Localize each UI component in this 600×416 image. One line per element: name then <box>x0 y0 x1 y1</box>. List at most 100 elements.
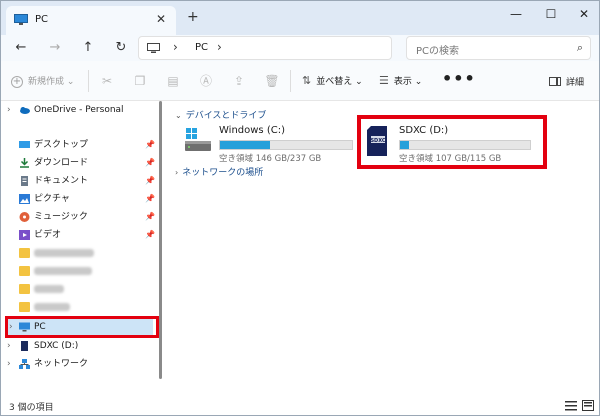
pin-icon: 📌 <box>145 158 155 167</box>
windows-drive-icon <box>185 128 211 151</box>
music-icon <box>19 212 30 222</box>
up-button[interactable]: ↑ <box>79 39 97 57</box>
close-button[interactable]: ✕ <box>569 5 599 23</box>
sidebar-item-label: ビデオ <box>34 230 62 240</box>
new-tab-button[interactable]: + <box>187 9 199 25</box>
drive-item-c[interactable]: Windows (C:) 空き領域 146 GB/237 GB <box>185 125 355 164</box>
pin-icon: 📌 <box>145 176 155 185</box>
new-button[interactable]: + 新規作成 ⌄ <box>11 74 74 88</box>
sidebar-scrollbar[interactable] <box>159 101 162 379</box>
chevron-down-icon: ⌄ <box>175 111 182 120</box>
sort-button[interactable]: ⇅ 並べ替え ⌄ <box>302 74 363 87</box>
more-options-button[interactable]: ••• <box>442 69 476 88</box>
toolbar-divider <box>290 70 291 92</box>
cloud-icon <box>20 107 30 114</box>
folder-icon <box>19 266 30 276</box>
sidebar-item-folder[interactable] <box>1 280 151 298</box>
chevron-down-icon: ⌄ <box>414 77 423 87</box>
tab-close-button[interactable]: ✕ <box>156 12 166 26</box>
drive-name: Windows (C:) <box>219 125 285 136</box>
refresh-button[interactable]: ↻ <box>112 39 130 57</box>
sidebar-item-downloads[interactable]: ダウンロード 📌 <box>1 154 155 172</box>
desktop-icon <box>19 141 30 148</box>
network-icon <box>19 359 30 369</box>
chevron-down-icon: ⌄ <box>66 77 75 87</box>
blurred-label <box>34 267 92 275</box>
new-label: 新規作成 <box>28 77 65 87</box>
chevron-right-icon[interactable]: › <box>7 355 11 373</box>
sidebar-item-pictures[interactable]: ピクチャ 📌 <box>1 190 155 208</box>
tiles-view-icon[interactable] <box>582 400 594 411</box>
status-bar: 3 個の項目 <box>1 397 599 415</box>
tab-pc[interactable]: PC ✕ <box>6 6 176 35</box>
chevron-down-icon: ⌄ <box>355 77 363 87</box>
pin-icon: 📌 <box>145 194 155 203</box>
maximize-button[interactable]: ☐ <box>536 5 566 23</box>
search-input[interactable]: PCの検索 ⌕ <box>406 36 591 60</box>
toolbar-divider <box>88 70 89 92</box>
sidebar-item-music[interactable]: ミュージック 📌 <box>1 208 155 226</box>
details-view-icon[interactable] <box>565 400 577 411</box>
breadcrumb-separator[interactable]: › <box>173 40 178 54</box>
drive-usage-bar <box>219 140 353 150</box>
sidebar-item-label: ダウンロード <box>34 158 89 168</box>
sidebar-item-folder[interactable] <box>1 262 151 280</box>
chevron-right-icon[interactable]: › <box>7 101 11 119</box>
folder-icon <box>19 248 30 258</box>
delete-icon[interactable]: 🗑 <box>264 73 280 89</box>
sidebar-item-documents[interactable]: ドキュメント 📌 <box>1 172 155 190</box>
share-icon[interactable]: ⇪ <box>231 73 247 89</box>
command-bar: + 新規作成 ⌄ ✂ ❐ ▤ Ⓐ ⇪ 🗑 ⇅ 並べ替え ⌄ ☰ 表示 ⌄ ••• 詳細 <box>1 61 599 101</box>
cut-icon[interactable]: ✂ <box>99 73 115 89</box>
view-label: 表示 <box>393 77 412 87</box>
sort-icon: ⇅ <box>302 74 312 87</box>
pictures-icon <box>19 194 30 204</box>
drive-usage-fill <box>220 141 271 149</box>
breadcrumb-pc[interactable]: PC <box>195 42 208 53</box>
search-icon: ⌕ <box>576 41 583 54</box>
details-button[interactable]: 詳細 <box>549 75 584 88</box>
search-placeholder: PCの検索 <box>416 46 460 57</box>
folder-icon <box>19 302 30 312</box>
group-label: デバイスとドライブ <box>185 111 267 121</box>
details-pane-icon <box>549 77 561 86</box>
breadcrumb-separator[interactable]: › <box>217 40 222 54</box>
rename-icon[interactable]: Ⓐ <box>198 73 214 89</box>
details-label: 詳細 <box>566 78 585 88</box>
back-button[interactable]: ← <box>12 39 30 57</box>
plus-icon: + <box>11 76 23 88</box>
address-bar[interactable]: › PC › <box>138 36 392 60</box>
sort-label: 並べ替え <box>316 77 353 87</box>
sidebar-item-label: ドキュメント <box>34 176 89 186</box>
minimize-button[interactable]: — <box>501 5 531 23</box>
chevron-right-icon: › <box>175 168 179 177</box>
sidebar-item-onedrive[interactable]: › OneDrive - Personal <box>1 101 151 119</box>
sidebar-item-network[interactable]: › ネットワーク <box>1 355 151 373</box>
folder-icon <box>19 284 30 294</box>
sidebar-item-sdxc[interactable]: › SDXC (D:) <box>1 337 151 355</box>
copy-icon[interactable]: ❐ <box>132 73 148 89</box>
sidebar-item-label: ピクチャ <box>34 194 70 204</box>
highlight-box <box>5 316 159 338</box>
drive-free-space: 空き領域 146 GB/237 GB <box>219 154 322 164</box>
group-header-network[interactable]: › ネットワークの場所 <box>175 165 263 178</box>
paste-icon[interactable]: ▤ <box>165 73 181 89</box>
pin-icon: 📌 <box>145 230 155 239</box>
forward-button[interactable]: → <box>46 39 64 57</box>
pc-icon <box>147 43 160 53</box>
sidebar-item-videos[interactable]: ビデオ 📌 <box>1 226 155 244</box>
navigation-pane: › OneDrive - Personal デスクトップ 📌 ダウンロード 📌 … <box>1 101 166 397</box>
group-header-devices[interactable]: ⌄ デバイスとドライブ <box>175 108 266 121</box>
view-button[interactable]: ☰ 表示 ⌄ <box>379 74 422 87</box>
pin-icon: 📌 <box>145 140 155 149</box>
tab-title: PC <box>35 14 49 25</box>
documents-icon <box>21 176 28 186</box>
sidebar-item-label: ミュージック <box>34 212 88 222</box>
item-count: 3 個の項目 <box>9 403 54 413</box>
view-icon: ☰ <box>379 74 389 87</box>
sidebar-item-desktop[interactable]: デスクトップ 📌 <box>1 136 155 154</box>
sidebar-item-folder[interactable] <box>1 298 151 316</box>
sidebar-item-folder[interactable] <box>1 244 151 262</box>
navigation-bar: ← → ↑ ↻ › PC › PCの検索 ⌕ <box>1 35 599 61</box>
chevron-right-icon[interactable]: › <box>7 337 11 355</box>
